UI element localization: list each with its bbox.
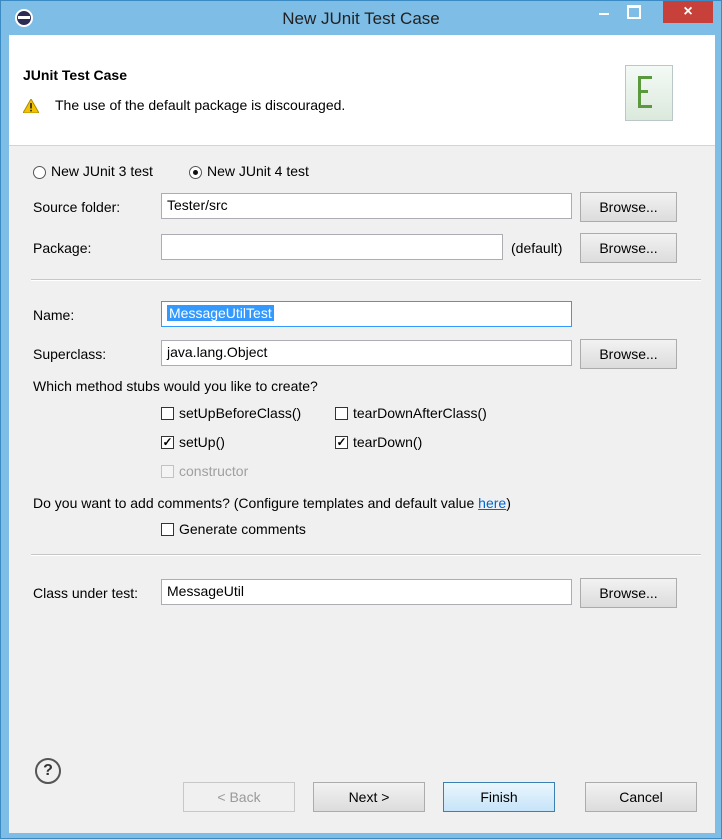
finish-button[interactable]: Finish [443,782,555,812]
source-folder-input[interactable]: Tester/src [161,193,572,219]
name-label: Name: [33,307,75,323]
constructor-label: constructor [179,463,249,479]
warning-message: The use of the default package is discou… [55,97,346,113]
package-input[interactable] [161,234,503,260]
teardownafterclass-label[interactable]: tearDownAfterClass() [353,405,487,421]
next-button[interactable]: Next > [313,782,425,812]
warning-icon [23,99,39,113]
maximize-button[interactable] [619,1,647,23]
setup-label[interactable]: setUp() [179,434,225,450]
source-folder-label: Source folder: [33,199,121,215]
package-label: Package: [33,240,92,256]
setup-checkbox[interactable]: ✓ [161,436,174,449]
name-input-value: MessageUtilTest [167,305,274,321]
superclass-browse-button[interactable]: Browse... [580,339,677,369]
comments-question-suffix: ) [506,495,511,511]
constructor-checkbox [161,465,174,478]
setupbeforeclass-label[interactable]: setUpBeforeClass() [179,405,301,421]
close-icon: × [683,3,693,20]
check-icon: ✓ [162,435,173,449]
name-input[interactable]: MessageUtilTest [161,301,572,327]
source-folder-browse-button[interactable]: Browse... [580,192,677,222]
cancel-button[interactable]: Cancel [585,782,697,812]
generate-comments-label[interactable]: Generate comments [179,521,306,537]
superclass-label: Superclass: [33,346,107,362]
close-button[interactable]: × [663,1,713,23]
class-under-test-label: Class under test: [33,585,139,601]
junit4-radio[interactable] [189,166,202,179]
help-button[interactable]: ? [35,758,61,784]
junit-wizard-icon [625,65,673,121]
superclass-input[interactable]: java.lang.Object [161,340,572,366]
junit3-label[interactable]: New JUnit 3 test [51,163,153,179]
check-icon: ✓ [336,435,347,449]
minimize-button[interactable] [591,1,617,23]
class-under-test-input[interactable]: MessageUtil [161,579,572,605]
generate-comments-checkbox[interactable] [161,523,174,536]
wizard-body: New JUnit 3 test New JUnit 4 test Source… [9,145,715,833]
method-stubs-question: Which method stubs would you like to cre… [33,378,318,394]
header-banner: JUnit Test Case The use of the default p… [9,35,715,145]
teardown-checkbox[interactable]: ✓ [335,436,348,449]
separator [31,279,701,281]
package-browse-button[interactable]: Browse... [580,233,677,263]
dialog-window: New JUnit Test Case × JUnit Test Case Th… [0,0,722,839]
configure-templates-link[interactable]: here [478,495,506,511]
junit3-radio[interactable] [33,166,46,179]
separator [31,554,701,556]
teardown-label[interactable]: tearDown() [353,434,422,450]
title-bar[interactable]: New JUnit Test Case × [1,1,721,35]
comments-question-text: Do you want to add comments? (Configure … [33,495,479,511]
junit4-label[interactable]: New JUnit 4 test [207,163,309,179]
teardownafterclass-checkbox[interactable] [335,407,348,420]
back-button: < Back [183,782,295,812]
help-icon: ? [43,762,53,779]
page-title: JUnit Test Case [23,67,127,83]
package-default-label: (default) [511,240,563,256]
comments-question: Do you want to add comments? (Configure … [33,495,511,511]
setupbeforeclass-checkbox[interactable] [161,407,174,420]
class-under-test-browse-button[interactable]: Browse... [580,578,677,608]
